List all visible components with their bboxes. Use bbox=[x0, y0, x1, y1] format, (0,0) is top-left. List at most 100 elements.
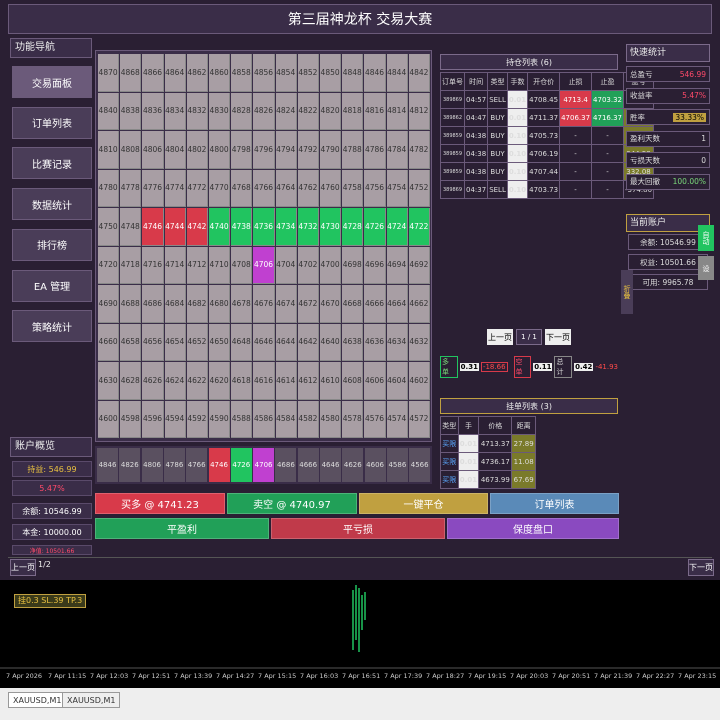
close-all-button[interactable]: 一键平仓 bbox=[359, 493, 488, 514]
grid-cell[interactable]: 4612 bbox=[297, 362, 319, 400]
nav-item-1[interactable]: 订单列表 bbox=[12, 106, 92, 139]
grid-cell[interactable]: 4614 bbox=[275, 362, 297, 400]
grid-cell[interactable]: 4848 bbox=[342, 54, 364, 92]
grid-cell[interactable]: 4740 bbox=[209, 208, 231, 246]
grid-cell[interactable]: 4800 bbox=[209, 131, 231, 169]
grid-cell[interactable]: 4750 bbox=[98, 208, 120, 246]
grid-cell[interactable]: 4766 bbox=[253, 169, 275, 207]
strip-cell[interactable]: 4686 bbox=[275, 448, 297, 482]
grid-cell[interactable]: 4776 bbox=[142, 169, 164, 207]
grid-cell[interactable]: 4596 bbox=[142, 400, 164, 438]
grid-cell[interactable]: 4764 bbox=[275, 169, 297, 207]
grid-cell[interactable]: 4804 bbox=[164, 131, 186, 169]
grid-cell[interactable]: 4684 bbox=[164, 285, 186, 323]
table-row[interactable]: 买限 0.01 4736.17 11.08 bbox=[440, 452, 536, 471]
grid-cell[interactable]: 4720 bbox=[98, 246, 120, 284]
grid-cell[interactable]: 4802 bbox=[186, 131, 208, 169]
nav-item-2[interactable]: 比赛记录 bbox=[12, 147, 92, 180]
pager-prev-button[interactable]: 上一页 bbox=[10, 559, 36, 576]
nav-item-4[interactable]: 排行榜 bbox=[12, 228, 92, 261]
table-row[interactable]: 38986904:57SELL0.014708.454713.44703.32-… bbox=[440, 90, 655, 109]
grid-cell[interactable]: 4700 bbox=[320, 246, 342, 284]
table-row[interactable]: 买限 0.01 4713.37 27.89 bbox=[440, 434, 536, 453]
grid-cell[interactable]: 4572 bbox=[408, 400, 430, 438]
grid-cell[interactable]: 4688 bbox=[120, 285, 142, 323]
strip-cell[interactable]: 4826 bbox=[119, 448, 141, 482]
grid-cell[interactable]: 4758 bbox=[342, 169, 364, 207]
grid-cell[interactable]: 4668 bbox=[342, 285, 364, 323]
grid-cell[interactable]: 4632 bbox=[408, 323, 430, 361]
grid-cell[interactable]: 4648 bbox=[231, 323, 253, 361]
grid-cell[interactable]: 4818 bbox=[342, 92, 364, 130]
nav-item-6[interactable]: 策略统计 bbox=[12, 310, 92, 343]
strip-cell[interactable]: 4786 bbox=[163, 448, 185, 482]
grid-cell[interactable]: 4794 bbox=[275, 131, 297, 169]
grid-cell[interactable]: 4664 bbox=[386, 285, 408, 323]
grid-cell[interactable]: 4636 bbox=[364, 323, 386, 361]
table-row[interactable]: 买限 0.01 4673.99 67.69 bbox=[440, 470, 536, 489]
grid-cell[interactable]: 4702 bbox=[297, 246, 319, 284]
grid-cell[interactable]: 4868 bbox=[120, 54, 142, 92]
grid-cell[interactable]: 4634 bbox=[386, 323, 408, 361]
grid-cell[interactable]: 4842 bbox=[408, 54, 430, 92]
grid-cell[interactable]: 4650 bbox=[209, 323, 231, 361]
grid-cell[interactable]: 4774 bbox=[164, 169, 186, 207]
strip-cell[interactable]: 4746 bbox=[208, 448, 230, 482]
grid-cell[interactable]: 4786 bbox=[364, 131, 386, 169]
settings-side-button[interactable]: 设 bbox=[698, 256, 714, 280]
grid-cell[interactable]: 4606 bbox=[364, 362, 386, 400]
grid-cell[interactable]: 4730 bbox=[320, 208, 342, 246]
grid-cell[interactable]: 4790 bbox=[320, 131, 342, 169]
grid-cell[interactable]: 4642 bbox=[297, 323, 319, 361]
strip-cell[interactable]: 4806 bbox=[141, 448, 163, 482]
grid-cell[interactable]: 4722 bbox=[408, 208, 430, 246]
grid-cell[interactable]: 4806 bbox=[142, 131, 164, 169]
grid-cell[interactable]: 4866 bbox=[142, 54, 164, 92]
grid-cell[interactable]: 4840 bbox=[98, 92, 120, 130]
grid-cell[interactable]: 4836 bbox=[142, 92, 164, 130]
grid-cell[interactable]: 4736 bbox=[253, 208, 275, 246]
order-list-button[interactable]: 订单列表 bbox=[490, 493, 619, 514]
grid-cell[interactable]: 4588 bbox=[231, 400, 253, 438]
close-profit-button[interactable]: 平盈利 bbox=[95, 518, 269, 539]
grid-cell[interactable]: 4716 bbox=[142, 246, 164, 284]
grid-cell[interactable]: 4810 bbox=[98, 131, 120, 169]
table-row[interactable]: 389859 04:38 BUY 0.10 4707.44- -332.08 bbox=[440, 162, 655, 181]
grid-cell[interactable]: 4578 bbox=[342, 400, 364, 438]
strip-cell[interactable]: 4846 bbox=[97, 448, 118, 482]
positions-prev-button[interactable]: 上一页 bbox=[487, 329, 513, 345]
grid-cell[interactable]: 4586 bbox=[253, 400, 275, 438]
grid-cell[interactable]: 4860 bbox=[209, 54, 231, 92]
collapse-side-button[interactable]: 折叠 bbox=[621, 270, 633, 314]
grid-cell[interactable]: 4640 bbox=[320, 323, 342, 361]
grid-cell[interactable]: 4618 bbox=[231, 362, 253, 400]
grid-cell[interactable]: 4574 bbox=[386, 400, 408, 438]
grid-cell[interactable]: 4608 bbox=[342, 362, 364, 400]
table-row[interactable]: 38986204:47BUY0.014711.374706.374716.372… bbox=[440, 108, 655, 127]
grid-cell[interactable]: 4622 bbox=[186, 362, 208, 400]
grid-cell[interactable]: 4816 bbox=[364, 92, 386, 130]
grid-cell[interactable]: 4780 bbox=[98, 169, 120, 207]
grid-cell[interactable]: 4652 bbox=[186, 323, 208, 361]
grid-cell[interactable]: 4812 bbox=[408, 92, 430, 130]
strip-cell[interactable]: 4566 bbox=[409, 448, 431, 482]
grid-cell[interactable]: 4698 bbox=[342, 246, 364, 284]
grid-cell[interactable]: 4678 bbox=[231, 285, 253, 323]
grid-cell[interactable]: 4602 bbox=[408, 362, 430, 400]
grid-cell[interactable]: 4604 bbox=[386, 362, 408, 400]
tab-symbol-2[interactable]: XAUUSD,M1 bbox=[62, 692, 121, 708]
grid-cell[interactable]: 4610 bbox=[320, 362, 342, 400]
grid-cell[interactable]: 4808 bbox=[120, 131, 142, 169]
grid-cell[interactable]: 4858 bbox=[231, 54, 253, 92]
grid-cell[interactable]: 4846 bbox=[364, 54, 386, 92]
grid-cell[interactable]: 4694 bbox=[386, 246, 408, 284]
grid-cell[interactable]: 4746 bbox=[142, 208, 164, 246]
strip-cell[interactable]: 4706 bbox=[253, 448, 275, 482]
grid-cell[interactable]: 4592 bbox=[186, 400, 208, 438]
grid-cell[interactable]: 4638 bbox=[342, 323, 364, 361]
grid-cell[interactable]: 4706 bbox=[253, 246, 275, 284]
grid-cell[interactable]: 4756 bbox=[364, 169, 386, 207]
grid-cell[interactable]: 4646 bbox=[253, 323, 275, 361]
strip-cell[interactable]: 4666 bbox=[297, 448, 319, 482]
grid-cell[interactable]: 4830 bbox=[209, 92, 231, 130]
